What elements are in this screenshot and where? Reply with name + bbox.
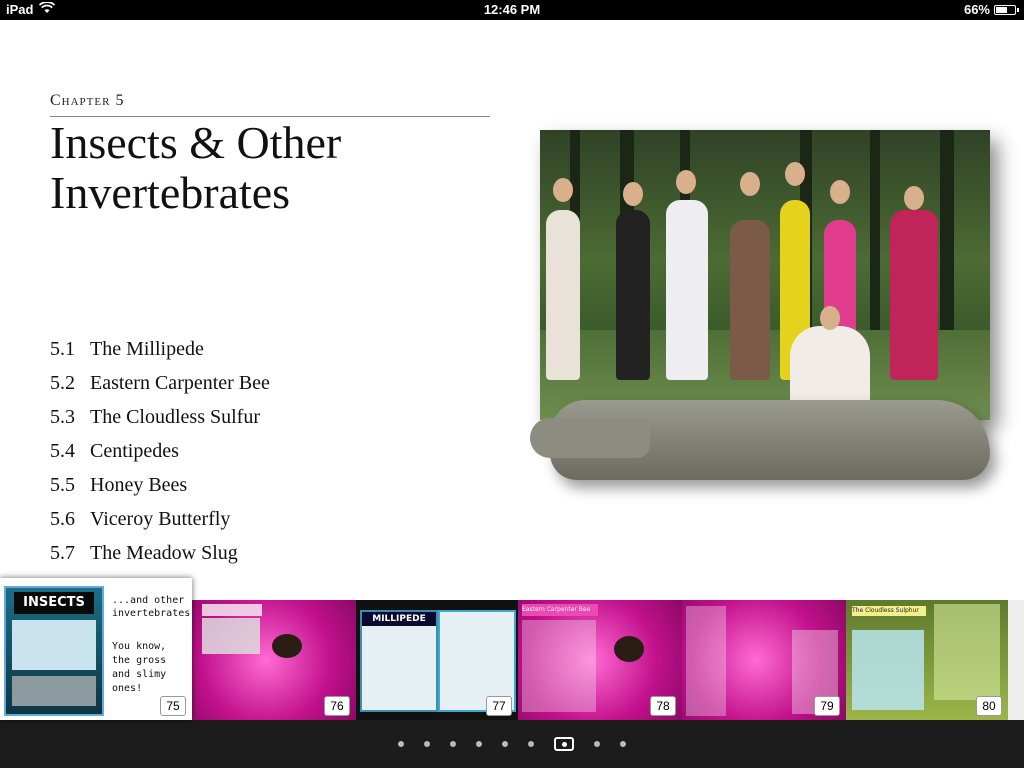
page-number: 77: [486, 696, 512, 716]
toc-number: 5.3: [50, 405, 75, 428]
page-dot[interactable]: [476, 741, 482, 747]
page-number: 76: [324, 696, 350, 716]
page-dot[interactable]: [424, 741, 430, 747]
page-number: 79: [814, 696, 840, 716]
toc-item[interactable]: 5.1 The Millipede: [50, 332, 510, 366]
toc-number: 5.1: [50, 337, 75, 360]
toc-title: The Millipede: [90, 337, 204, 360]
chapter-hero-image: [530, 130, 990, 510]
toc-item[interactable]: 5.5 Honey Bees: [50, 468, 510, 502]
page-heading: The Cloudless Sulphur: [852, 606, 926, 616]
toc-title: Centipedes: [90, 439, 179, 462]
page-heading: Eastern Carpenter Bee: [522, 604, 598, 616]
page-thumbnail-next[interactable]: [1008, 600, 1024, 720]
page-scrubber-bar: [0, 720, 1024, 768]
alligator-head: [530, 418, 650, 458]
page-thumbnail-75[interactable]: INSECTS ...and other invertebrates. You …: [0, 578, 192, 720]
battery-percent: 66%: [963, 2, 990, 17]
poster-image: [12, 676, 96, 706]
status-bar: iPad 12:46 PM 66%: [0, 0, 1024, 20]
poster-title: INSECTS: [14, 592, 94, 614]
poster-title: MILLIPEDE: [362, 612, 436, 626]
page-thumbnail-80[interactable]: The Cloudless Sulphur 80: [846, 600, 1008, 720]
toc-title: Eastern Carpenter Bee: [90, 371, 270, 394]
page-dot[interactable]: [620, 741, 626, 747]
page-dot[interactable]: [450, 741, 456, 747]
handwritten-note: You know, the gross and slimy ones!: [112, 641, 167, 694]
page-dot[interactable]: [594, 741, 600, 747]
handwritten-note: ...and other invertebrates.: [112, 595, 192, 619]
toc-item[interactable]: 5.6 Viceroy Butterfly: [50, 502, 510, 536]
toc-item[interactable]: 5.4 Centipedes: [50, 434, 510, 468]
page-number: 80: [976, 696, 1002, 716]
page-dots[interactable]: [0, 737, 1024, 751]
toc-number: 5.5: [50, 473, 75, 496]
toc-number: 5.2: [50, 371, 75, 394]
photo-frame: [540, 130, 990, 420]
toc-number: 5.6: [50, 507, 75, 530]
page-dot[interactable]: [502, 741, 508, 747]
page-thumbnail-77[interactable]: MILLIPEDE 77: [356, 600, 518, 720]
chapter-label: Chapter 5: [50, 92, 125, 109]
page-thumbnail-78[interactable]: Eastern Carpenter Bee 78: [518, 600, 682, 720]
toc-title: Viceroy Butterfly: [90, 507, 231, 530]
page-dot[interactable]: [528, 741, 534, 747]
insects-poster: INSECTS: [4, 586, 104, 716]
page-thumbnail-79[interactable]: 79: [682, 600, 846, 720]
poster-text: [12, 620, 96, 670]
page-number: 78: [650, 696, 676, 716]
page-thumbnail-strip[interactable]: 76 MILLIPEDE 77 Eastern Carpenter Bee 78…: [0, 578, 1024, 720]
clock: 12:46 PM: [483, 2, 541, 17]
page-dot[interactable]: [398, 741, 404, 747]
toc-item[interactable]: 5.3 The Cloudless Sulfur: [50, 400, 510, 434]
battery-icon: [994, 4, 1019, 15]
toc-item[interactable]: 5.2 Eastern Carpenter Bee: [50, 366, 510, 400]
toc-title: Honey Bees: [90, 473, 188, 496]
page-dot-active[interactable]: [554, 737, 574, 751]
toc-number: 5.4: [50, 439, 75, 462]
page-thumbnail-76[interactable]: 76: [192, 600, 356, 720]
page-number: 75: [160, 696, 186, 716]
toc-title: The Cloudless Sulfur: [90, 405, 260, 428]
table-of-contents: 5.1 The Millipede 5.2 Eastern Carpenter Be…: [50, 332, 510, 580]
chapter-title: Insects & Other Invertebrates: [50, 117, 342, 218]
